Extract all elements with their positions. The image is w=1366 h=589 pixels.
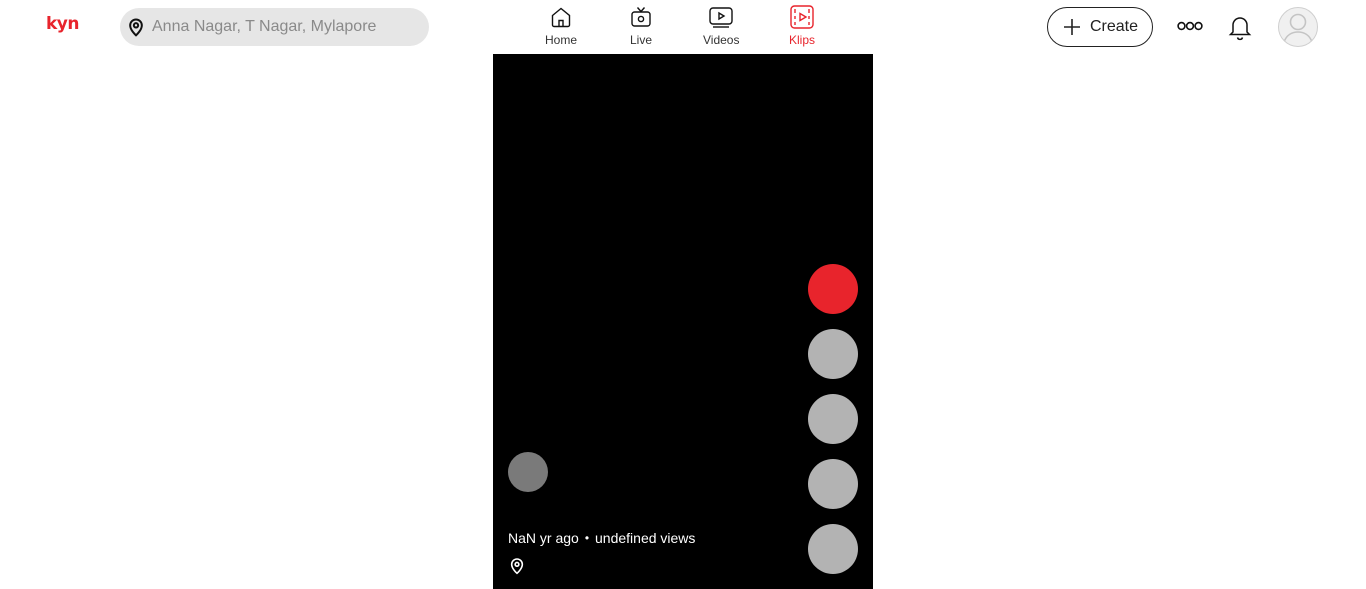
play-square-icon: [708, 4, 734, 30]
share-button[interactable]: [808, 459, 858, 509]
kyn-logo[interactable]: kyn: [46, 14, 80, 34]
create-button-label: Create: [1089, 18, 1139, 35]
create-button[interactable]: Create: [1047, 7, 1153, 47]
more-icon: [1177, 20, 1203, 32]
video-meta: NaN yr ago • undefined views: [508, 530, 695, 546]
plus-icon: [1062, 17, 1082, 37]
bell-icon: [1226, 13, 1254, 41]
more-options-button[interactable]: [1176, 14, 1204, 38]
nav-live[interactable]: Live: [628, 4, 654, 50]
klip-video-player[interactable]: NaN yr ago • undefined views: [493, 54, 873, 589]
views-count-text: undefined views: [595, 530, 696, 546]
user-avatar-icon: [1279, 8, 1317, 46]
location-search-input[interactable]: [152, 18, 412, 36]
time-ago-text: NaN yr ago: [508, 530, 579, 546]
nav-live-label: Live: [629, 33, 652, 47]
nav-home-label: Home: [545, 33, 578, 47]
tv-icon: [628, 4, 654, 30]
comment-button[interactable]: [808, 394, 858, 444]
top-navigation-bar: kyn Home Live: [0, 0, 1366, 54]
nav-klips[interactable]: Klips: [789, 4, 815, 50]
location-pin-icon[interactable]: [508, 557, 526, 575]
location-search-bar[interactable]: [120, 8, 429, 46]
channel-avatar[interactable]: [508, 452, 548, 492]
nav-videos-label: Videos: [703, 33, 740, 47]
film-play-icon: [789, 4, 815, 30]
nav-videos[interactable]: Videos: [703, 4, 739, 50]
nav-home[interactable]: Home: [545, 4, 577, 50]
notifications-button[interactable]: [1225, 12, 1255, 42]
like-button[interactable]: [808, 329, 858, 379]
nav-klips-label: Klips: [789, 33, 816, 47]
meta-separator: •: [584, 531, 590, 545]
home-icon: [548, 4, 574, 30]
more-actions-button[interactable]: [808, 524, 858, 574]
location-pin-icon: [126, 17, 146, 37]
profile-avatar-button[interactable]: [1278, 7, 1318, 47]
primary-action-button[interactable]: [808, 264, 858, 314]
